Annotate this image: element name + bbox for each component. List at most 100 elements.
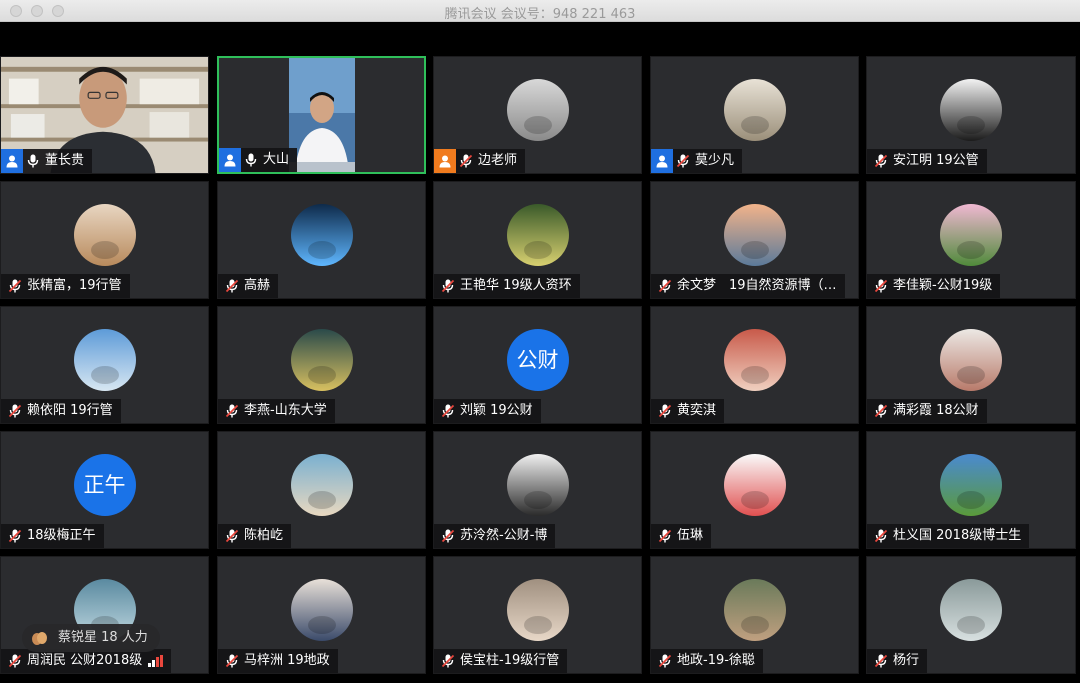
participant-name: 高赫 [244, 278, 271, 293]
participant-namebar: 边老师 [434, 149, 526, 173]
participant-name: 黄奕淇 [677, 403, 717, 418]
participant-name: 侯宝柱-19级行管 [460, 653, 560, 668]
participant-namebar: 张精富，19行管 [1, 274, 130, 298]
participant-namebar: 李燕-山东大学 [218, 399, 335, 423]
participant-name: 马梓洲 19地政 [244, 653, 330, 668]
participant-tile[interactable]: 边老师 [433, 56, 642, 174]
participant-avatar [723, 454, 786, 516]
mic-muted-icon [222, 399, 242, 423]
window-titlebar: 腾讯会议 会议号：948 221 463 [0, 0, 1080, 22]
participant-name: 杜义国 2018级博士生 [893, 528, 1022, 543]
participant-tile[interactable]: 苏泠然-公财-博 [433, 431, 642, 549]
mic-muted-icon [5, 399, 25, 423]
participant-tile[interactable]: 李佳颖-公财19级 [866, 181, 1076, 299]
window-title: 腾讯会议 会议号：948 221 463 [444, 7, 636, 22]
mic-muted-icon [655, 274, 675, 298]
participant-namebar: 侯宝柱-19级行管 [434, 649, 568, 673]
participant-namebar: 刘颖 19公财 [434, 399, 541, 423]
participant-tile[interactable]: 大山 [217, 56, 426, 174]
participant-avatar [506, 454, 569, 516]
participant-tile[interactable]: 马梓洲 19地政 [217, 556, 426, 674]
participant-tile[interactable]: 李燕-山东大学 [217, 306, 426, 424]
mic-muted-icon [655, 399, 675, 423]
participant-tile[interactable]: 张精富，19行管 [0, 181, 209, 299]
participant-tile[interactable]: 周润民 公财2018级 [0, 556, 209, 674]
participant-avatar [73, 329, 136, 391]
participant-tile[interactable]: 董长贵 [0, 56, 209, 174]
participant-tile[interactable]: 杨行 [866, 556, 1076, 674]
mic-muted-icon [871, 649, 891, 673]
participant-tile[interactable]: 莫少凡 [650, 56, 859, 174]
participant-namebar: 高赫 [218, 274, 279, 298]
participant-avatar [723, 79, 786, 141]
mic-muted-icon [438, 399, 458, 423]
participant-tile[interactable]: 满彩霞 18公财 [866, 306, 1076, 424]
mic-muted-icon [871, 399, 891, 423]
participant-name: 李佳颖-公财19级 [893, 278, 993, 293]
participant-avatar [723, 579, 786, 641]
participant-name: 王艳华 19级人资环 [460, 278, 572, 293]
mic-on-icon [23, 149, 43, 173]
participant-tile[interactable]: 杜义国 2018级博士生 [866, 431, 1076, 549]
participant-avatar [506, 579, 569, 641]
participant-avatar [940, 329, 1002, 391]
participant-avatar [290, 454, 353, 516]
participant-tile[interactable]: 余文梦 19自然资源博（… [650, 181, 859, 299]
participant-tile[interactable]: 王艳华 19级人资环 [433, 181, 642, 299]
host-badge-icon [1, 149, 23, 173]
meeting-topbar [0, 22, 1080, 56]
participant-avatar [723, 204, 786, 266]
participant-avatar [940, 79, 1002, 141]
participant-namebar: 余文梦 19自然资源博（… [651, 274, 845, 298]
mic-muted-icon [5, 274, 25, 298]
raise-hand-text: 蔡锐星 18 人力 [58, 630, 148, 645]
host-badge-icon [651, 149, 673, 173]
participant-tile[interactable]: 伍琳 [650, 431, 859, 549]
participant-tile[interactable]: 黄奕淇 [650, 306, 859, 424]
participant-name: 边老师 [478, 153, 518, 168]
participant-namebar: 伍琳 [651, 524, 712, 548]
participant-tile[interactable]: 安江明 19公管 [866, 56, 1076, 174]
host-badge-icon [219, 148, 241, 172]
participant-name: 伍琳 [677, 528, 704, 543]
mic-muted-icon [222, 274, 242, 298]
participant-name: 莫少凡 [695, 153, 735, 168]
participant-avatar: 正午 [73, 454, 136, 516]
participant-name: 周润民 公财2018级 [27, 653, 143, 668]
participant-namebar: 满彩霞 18公财 [867, 399, 987, 423]
participant-namebar: 周润民 公财2018级 [1, 649, 172, 673]
participant-avatar [723, 329, 786, 391]
mic-muted-icon [438, 274, 458, 298]
clap-hands-icon [32, 632, 47, 645]
participant-tile[interactable]: 陈柏屹 [217, 431, 426, 549]
mic-muted-icon [438, 649, 458, 673]
participant-namebar: 李佳颖-公财19级 [867, 274, 1001, 298]
participant-name: 满彩霞 18公财 [893, 403, 979, 418]
participant-namebar: 马梓洲 19地政 [218, 649, 338, 673]
participant-tile[interactable]: 高赫 [217, 181, 426, 299]
participant-tile[interactable]: 侯宝柱-19级行管 [433, 556, 642, 674]
participant-tile[interactable]: 赖依阳 19行管 [0, 306, 209, 424]
participant-name: 余文梦 19自然资源博（… [677, 278, 837, 293]
participant-tile[interactable]: 正午 18级梅正午 [0, 431, 209, 549]
mic-muted-icon [655, 524, 675, 548]
mic-muted-icon [673, 149, 693, 173]
participant-avatar [940, 579, 1002, 641]
participant-name: 杨行 [893, 653, 920, 668]
participant-avatar [506, 79, 569, 141]
participant-name: 安江明 19公管 [893, 153, 979, 168]
participant-tile[interactable]: 公财 刘颖 19公财 [433, 306, 642, 424]
participant-namebar: 赖依阳 19行管 [1, 399, 121, 423]
participant-namebar: 苏泠然-公财-博 [434, 524, 556, 548]
participant-name: 大山 [263, 152, 290, 167]
participant-namebar: 安江明 19公管 [867, 149, 987, 173]
network-signal-icon [148, 655, 164, 667]
participant-name: 李燕-山东大学 [244, 403, 327, 418]
participant-avatar [940, 454, 1002, 516]
participant-namebar: 杨行 [867, 649, 928, 673]
participant-name: 董长贵 [45, 153, 85, 168]
participant-tile[interactable]: 地政-19-徐聪 [650, 556, 859, 674]
participant-namebar: 地政-19-徐聪 [651, 649, 763, 673]
participant-name: 地政-19-徐聪 [677, 653, 755, 668]
mic-muted-icon [5, 649, 25, 673]
